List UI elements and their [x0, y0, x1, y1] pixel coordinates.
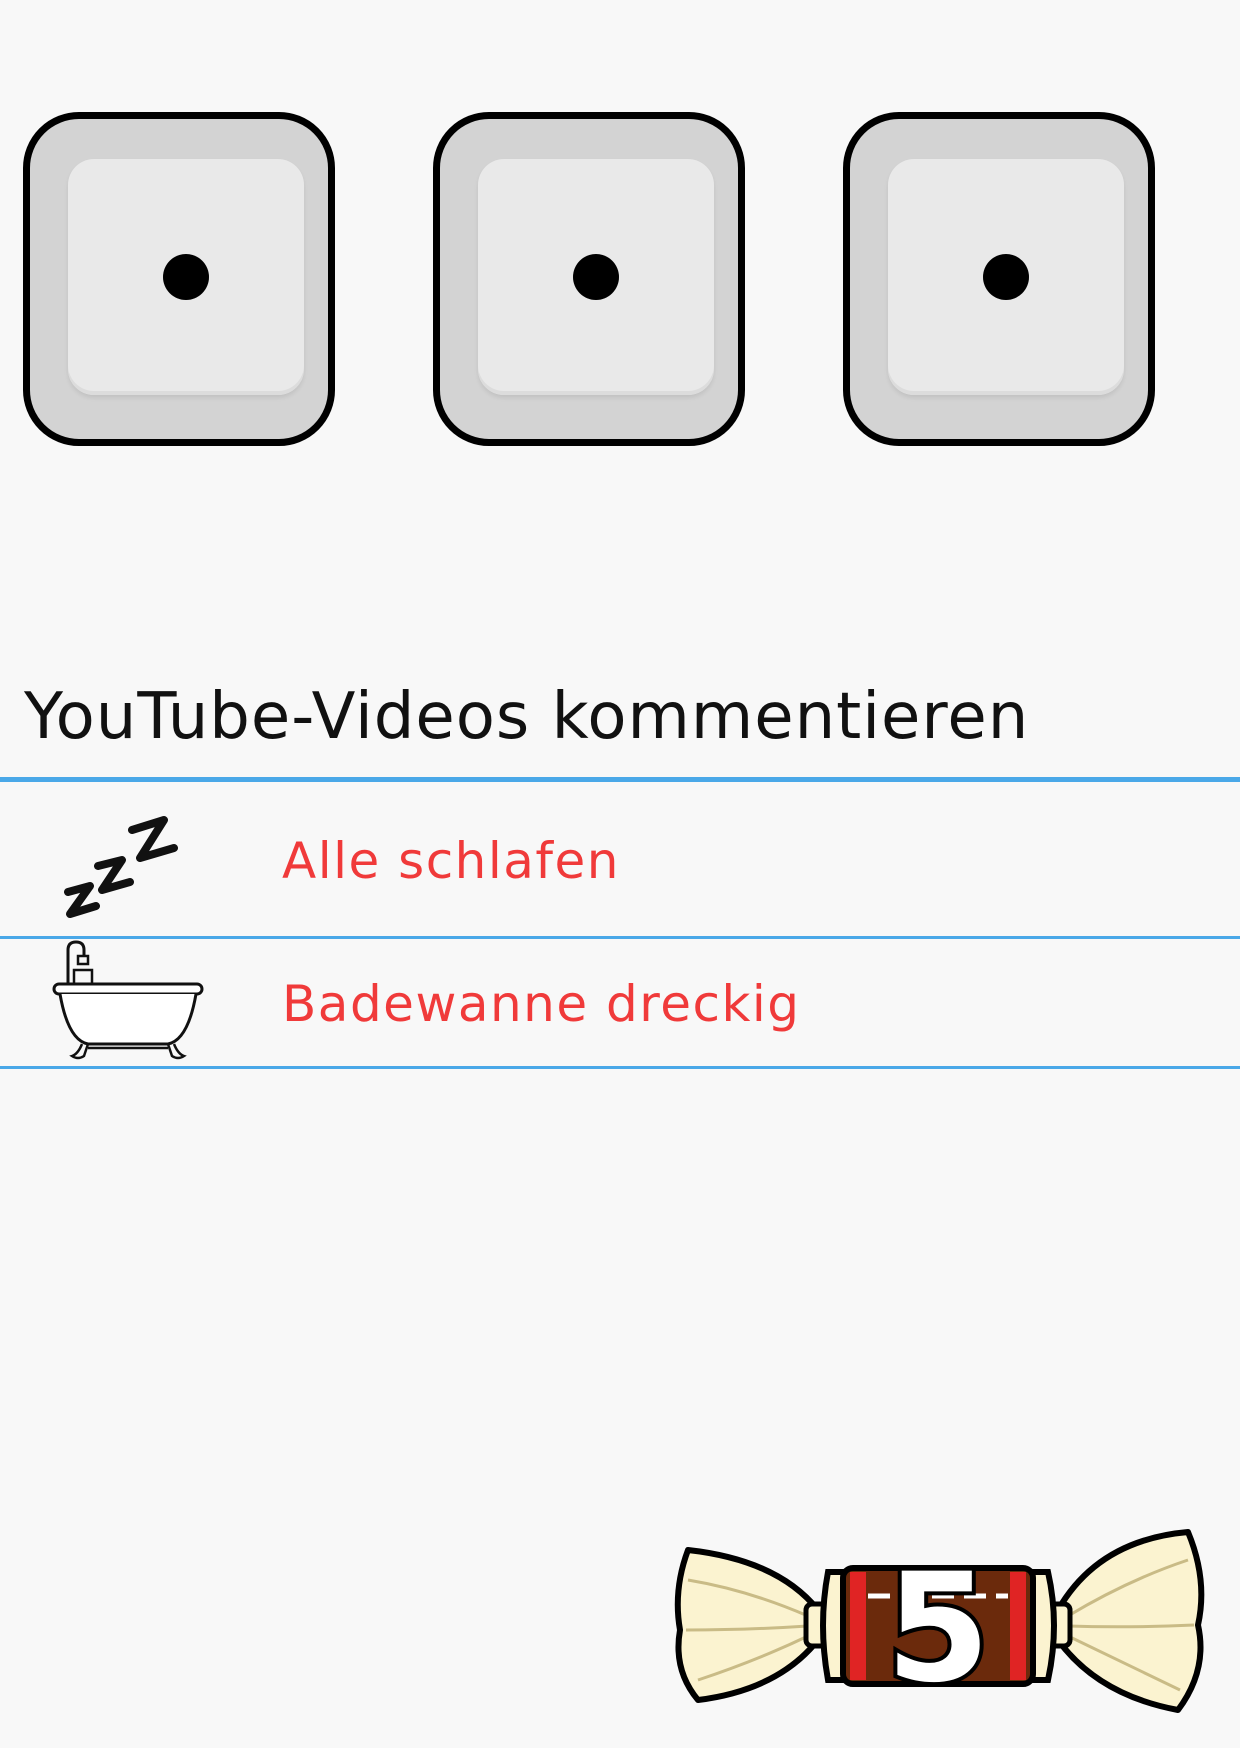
divider: [0, 1066, 1240, 1069]
die-1[interactable]: [23, 112, 335, 446]
candy-number: 5: [886, 1542, 990, 1716]
die-face: [478, 159, 714, 395]
item-label-bathtub: Badewanne dreckig: [282, 975, 801, 1033]
zzz-icon: [64, 816, 178, 918]
item-label-sleep: Alle schlafen: [282, 832, 620, 890]
dice-row: [0, 0, 1240, 460]
divider: [0, 777, 1240, 782]
die-pip: [983, 254, 1029, 300]
die-2[interactable]: [433, 112, 745, 446]
die-pip: [573, 254, 619, 300]
bathtub-icon: [52, 940, 204, 1060]
candy-icon: 5: [674, 1529, 1205, 1720]
die-3[interactable]: [843, 112, 1155, 446]
divider: [0, 936, 1240, 939]
card-title: YouTube-Videos kommentieren: [24, 680, 1030, 754]
die-face: [888, 159, 1124, 395]
die-face: [68, 159, 304, 395]
die-pip: [163, 254, 209, 300]
